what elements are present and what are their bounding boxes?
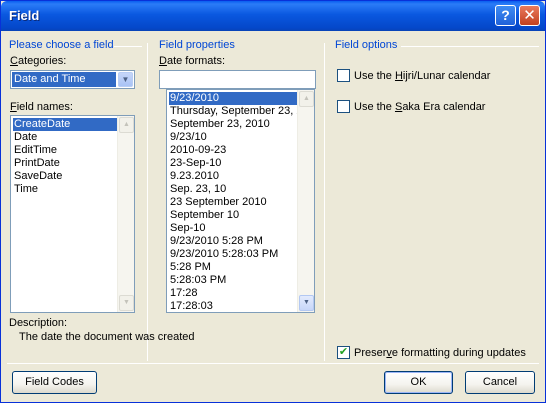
date-format-item[interactable]: September 10 [169,209,239,222]
date-formats-scrollbar[interactable]: ▲ ▼ [297,90,314,312]
footer-divider [7,363,539,364]
field-options-section-title: Field options [335,39,398,51]
hijri-calendar-checkbox[interactable] [337,69,350,82]
date-format-item[interactable]: 5:28:03 PM [169,274,226,287]
saka-calendar-checkbox[interactable] [337,100,350,113]
scroll-down-icon[interactable]: ▼ [119,295,134,311]
description-text: The date the document was created [19,331,195,343]
date-format-item[interactable]: September 23, 2010 [169,118,270,131]
column-separator [147,43,148,361]
field-names-list[interactable]: CreateDate Date EditTime PrintDate SaveD… [10,115,135,313]
field-name-edittime[interactable]: EditTime [13,144,57,157]
date-format-item[interactable]: 9/23/10 [169,131,207,144]
date-format-item[interactable]: 23-Sep-10 [169,157,221,170]
preserve-formatting-checkbox[interactable]: ✔ [337,346,350,359]
categories-dropdown[interactable]: Date and Time ▼ [10,70,135,89]
scroll-down-icon[interactable]: ▼ [299,295,314,311]
field-dialog: Field ? ✕ Please choose a field Categori… [0,0,546,403]
field-names-label: Field names: [10,101,73,113]
date-format-item[interactable]: 9/23/2010 5:28 PM [169,235,263,248]
date-format-item[interactable]: Thursday, September 23, 2 [169,105,302,118]
date-formats-label: Date formats: [159,55,226,67]
field-name-date[interactable]: Date [13,131,37,144]
date-format-item[interactable]: Sep. 23, 10 [169,183,226,196]
section-divider [114,46,142,47]
preserve-formatting-label: Preserve formatting during updates [354,347,526,359]
field-names-scrollbar[interactable]: ▲ ▼ [117,116,134,312]
description-label: Description: [9,317,68,329]
close-button[interactable]: ✕ [519,5,540,26]
date-format-input[interactable] [159,70,316,89]
checkmark-icon: ✔ [338,346,349,358]
chevron-down-icon[interactable]: ▼ [118,72,133,87]
section-divider [401,46,539,47]
title-bar[interactable]: Field ? ✕ [1,1,545,31]
date-format-item[interactable]: 9.23.2010 [169,170,219,183]
scroll-up-icon[interactable]: ▲ [299,91,314,107]
hijri-calendar-label: Use the Hijri/Lunar calendar [354,70,491,82]
date-format-item[interactable]: 5:28 PM [169,261,211,274]
date-format-item[interactable]: Sep-10 [169,222,205,235]
date-formats-list[interactable]: 9/23/2010 Thursday, September 23, 2 Sept… [166,89,315,313]
field-name-time[interactable]: Time [13,183,38,196]
date-format-item[interactable]: 17:28:03 [169,300,213,312]
date-format-item[interactable]: 2010-09-23 [169,144,226,157]
date-format-item[interactable]: 9/23/2010 [169,92,297,105]
choose-field-section-title: Please choose a field [9,39,114,51]
saka-calendar-label: Use the Saka Era calendar [354,101,486,113]
close-icon: ✕ [523,7,536,24]
date-format-item[interactable]: 23 September 2010 [169,196,267,209]
field-codes-button[interactable]: Field Codes [12,371,97,394]
column-separator [324,43,325,361]
scroll-up-icon[interactable]: ▲ [119,117,134,133]
date-format-item[interactable]: 9/23/2010 5:28:03 PM [169,248,278,261]
ok-button[interactable]: OK [384,371,453,394]
help-button[interactable]: ? [495,5,516,26]
help-icon: ? [501,7,510,23]
field-name-printdate[interactable]: PrintDate [13,157,60,170]
date-format-item[interactable]: 17:28 [169,287,198,300]
field-name-savedate[interactable]: SaveDate [13,170,62,183]
categories-selected-value: Date and Time [12,72,116,87]
cancel-button[interactable]: Cancel [465,371,535,394]
field-properties-section-title: Field properties [159,39,235,51]
categories-label: Categories: [10,55,67,67]
window-title: Field [9,8,40,23]
field-name-createdate[interactable]: CreateDate [13,118,117,131]
